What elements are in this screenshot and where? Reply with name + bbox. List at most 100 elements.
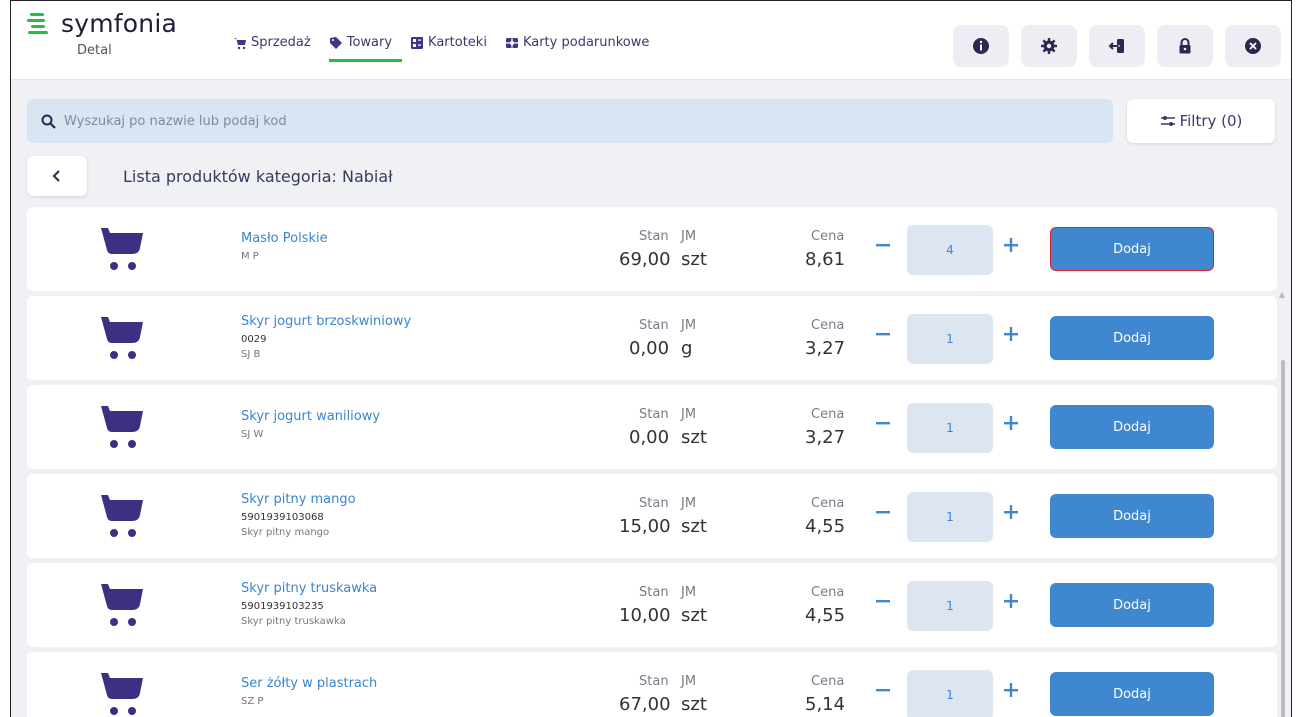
plus-icon[interactable] <box>1003 504 1019 520</box>
logo-subtitle: Detal <box>77 43 112 58</box>
settings-gear-icon <box>1041 38 1057 54</box>
unit-value: szt <box>681 694 707 715</box>
unit-label: JM <box>681 496 697 511</box>
stock-value: 10,00 <box>619 605 671 626</box>
product-row: Skyr pitny mango 5901939103068 Skyr pitn… <box>27 474 1277 558</box>
logout-button[interactable] <box>1089 25 1145 67</box>
product-name[interactable]: Masło Polskie <box>241 231 328 246</box>
quantity-input[interactable] <box>907 403 993 453</box>
minus-icon[interactable] <box>875 593 891 609</box>
stock-label: Stan <box>639 496 669 511</box>
cart-icon <box>101 584 143 626</box>
scroll-up-arrow[interactable]: ▲ <box>1279 290 1285 299</box>
price-value: 3,27 <box>805 427 846 448</box>
product-short-code: M P <box>241 251 259 262</box>
lock-icon <box>1179 38 1191 54</box>
back-button[interactable] <box>27 156 87 196</box>
lock-button[interactable] <box>1157 25 1213 67</box>
product-name[interactable]: Skyr jogurt waniliowy <box>241 409 380 424</box>
minus-icon[interactable] <box>875 237 891 253</box>
stock-value: 0,00 <box>629 338 670 359</box>
tag-icon <box>329 36 342 49</box>
filter-button[interactable]: Filtry (0) <box>1127 99 1275 143</box>
close-button[interactable] <box>1225 25 1281 67</box>
stock-value: 67,00 <box>619 694 671 715</box>
price-label: Cena <box>811 585 845 600</box>
price-value: 4,55 <box>805 605 846 626</box>
settings-button[interactable] <box>1021 25 1077 67</box>
product-name[interactable]: Skyr pitny mango <box>241 492 356 507</box>
search-icon <box>41 114 56 129</box>
minus-icon[interactable] <box>875 415 891 431</box>
logo-text: symfonia <box>61 9 177 38</box>
product-row: Skyr jogurt waniliowy SJ W Stan 0,00 JM … <box>27 385 1277 469</box>
plus-icon[interactable] <box>1003 415 1019 431</box>
minus-icon[interactable] <box>875 326 891 342</box>
add-button[interactable]: Dodaj <box>1050 494 1214 538</box>
unit-label: JM <box>681 407 697 422</box>
unit-value: g <box>681 338 693 359</box>
plus-icon[interactable] <box>1003 593 1019 609</box>
product-row: Ser żółty w plastrach SZ P Stan 67,00 JM… <box>27 652 1277 717</box>
filter-label: Filtry (0) <box>1179 112 1243 130</box>
unit-value: szt <box>681 516 707 537</box>
add-button[interactable]: Dodaj <box>1050 672 1214 716</box>
price-value: 4,55 <box>805 516 846 537</box>
toolbar-buttons <box>953 25 1281 67</box>
stock-label: Stan <box>639 585 669 600</box>
product-name[interactable]: Ser żółty w plastrach <box>241 676 377 691</box>
filter-sliders-icon <box>1160 116 1175 126</box>
product-name[interactable]: Skyr pitny truskawka <box>241 581 377 596</box>
product-list: Masło Polskie M P Stan 69,00 JM szt Cena… <box>27 207 1277 717</box>
product-row: Masło Polskie M P Stan 69,00 JM szt Cena… <box>27 207 1277 291</box>
nav-label: Kartoteki <box>428 35 487 50</box>
nav-label: Towary <box>346 35 393 50</box>
cart-icon <box>234 37 246 49</box>
nav-item-karty-podarunkowe[interactable]: Karty podarunkowe <box>505 35 649 50</box>
add-button[interactable]: Dodaj <box>1050 316 1214 360</box>
stock-label: Stan <box>639 318 669 333</box>
product-short-code: Skyr pitny mango <box>241 527 330 538</box>
info-icon <box>973 38 989 54</box>
price-value: 5,14 <box>805 694 846 715</box>
price-label: Cena <box>811 407 845 422</box>
scrollbar[interactable] <box>1281 360 1285 717</box>
search-input[interactable] <box>62 112 966 130</box>
plus-icon[interactable] <box>1003 326 1019 342</box>
unit-label: JM <box>681 229 697 244</box>
unit-value: szt <box>681 249 707 270</box>
chevron-left-icon <box>52 170 60 182</box>
nav-item-towary[interactable]: Towary <box>328 35 403 62</box>
product-name[interactable]: Skyr jogurt brzoskwiniowy <box>241 314 411 329</box>
quantity-input[interactable] <box>907 581 993 631</box>
add-button[interactable]: Dodaj <box>1050 227 1214 271</box>
add-button[interactable]: Dodaj <box>1050 583 1214 627</box>
nav-item-sprzedaz[interactable]: Sprzedaż <box>233 35 311 50</box>
info-button[interactable] <box>953 25 1009 67</box>
product-short-code: SZ P <box>241 696 264 707</box>
app-window: symfonia Detal Sprzedaż Towary Kartoteki… <box>10 0 1292 717</box>
plus-icon[interactable] <box>1003 682 1019 698</box>
quantity-input[interactable] <box>907 314 993 364</box>
quantity-input[interactable] <box>907 492 993 542</box>
nav-item-kartoteki[interactable]: Kartoteki <box>410 35 487 50</box>
nav-label: Karty podarunkowe <box>522 35 650 50</box>
search-bar <box>27 99 1113 143</box>
top-bar: symfonia Detal Sprzedaż Towary Kartoteki… <box>11 1 1291 80</box>
stock-value: 0,00 <box>629 427 670 448</box>
close-icon <box>1245 38 1261 54</box>
stock-value: 69,00 <box>619 249 671 270</box>
minus-icon[interactable] <box>875 682 891 698</box>
unit-value: szt <box>681 605 707 626</box>
add-button[interactable]: Dodaj <box>1050 405 1214 449</box>
logout-icon <box>1108 39 1124 53</box>
stock-label: Stan <box>639 674 669 689</box>
quantity-input[interactable] <box>907 670 993 717</box>
main-nav: Sprzedaż Towary Kartoteki Karty podarunk… <box>233 35 649 62</box>
unit-label: JM <box>681 318 697 333</box>
cards-icon <box>411 36 424 49</box>
quantity-input[interactable] <box>907 225 993 275</box>
price-label: Cena <box>811 496 845 511</box>
plus-icon[interactable] <box>1003 237 1019 253</box>
minus-icon[interactable] <box>875 504 891 520</box>
